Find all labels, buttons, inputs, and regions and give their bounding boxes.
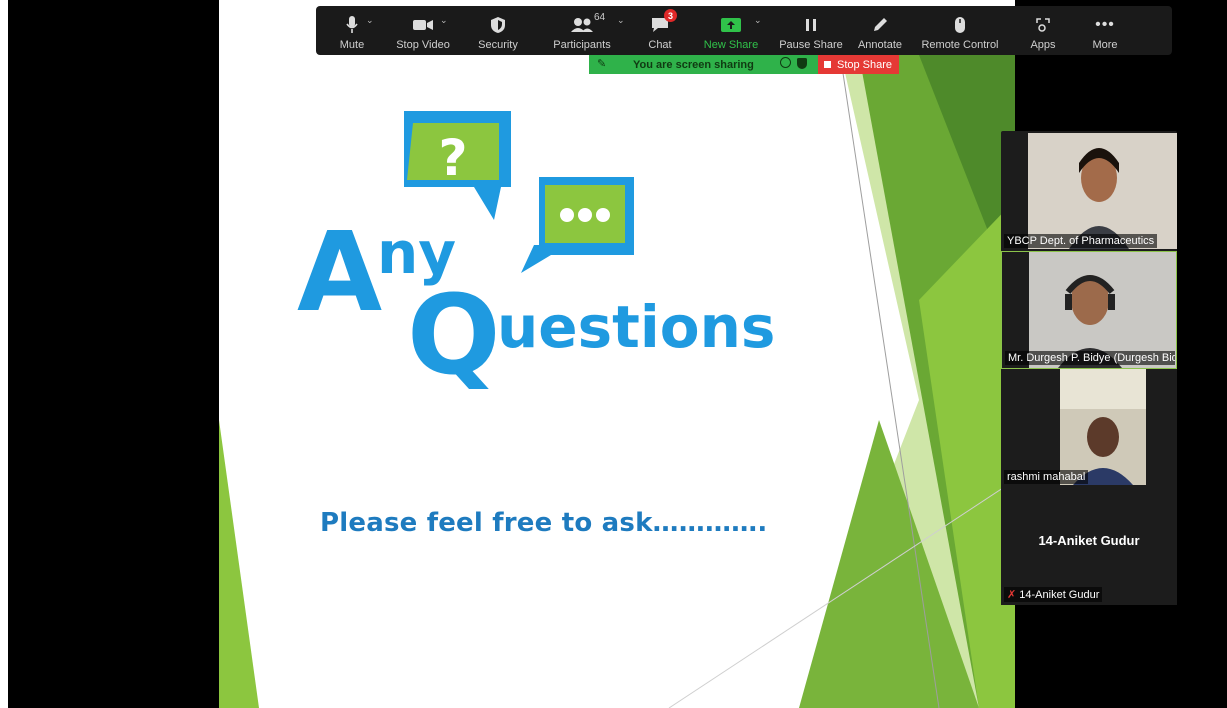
participant-name: Mr. Durgesh P. Bidye (Durgesh Bidy...	[1005, 351, 1175, 365]
logo-letter-q: Q	[407, 271, 501, 399]
participant-name-tag: ✗ 14-Aniket Gudur	[1004, 587, 1103, 602]
mute-button[interactable]: ⌄ Mute	[322, 6, 382, 55]
new-share-button[interactable]: ⌄ New Share	[688, 6, 774, 55]
shield-icon	[490, 14, 506, 36]
participant-name: rashmi mahabal	[1004, 470, 1089, 484]
logo-letter-a: A	[297, 208, 382, 336]
participant-name: YBCP Dept. of Pharmaceutics	[1004, 234, 1158, 248]
share-screen-icon	[720, 14, 742, 36]
muted-microphone-icon: ✗	[1007, 589, 1017, 601]
chat-label: Chat	[648, 39, 672, 51]
annotate-button[interactable]: Annotate	[848, 6, 912, 55]
security-label: Security	[478, 39, 518, 51]
chevron-down-icon[interactable]: ⌄	[754, 15, 762, 26]
annotate-label: Annotate	[857, 39, 903, 51]
new-share-label: New Share	[703, 39, 759, 51]
apps-label: Apps	[1030, 39, 1056, 51]
shield-icon	[797, 58, 807, 69]
question-mark-icon: ?	[438, 129, 467, 187]
stop-share-button[interactable]: Stop Share	[818, 55, 899, 74]
stop-video-button[interactable]: ⌄ Stop Video	[382, 6, 464, 55]
participant-tile[interactable]: YBCP Dept. of Pharmaceutics	[1001, 133, 1177, 251]
participant-name: 14-Aniket Gudur	[1019, 589, 1100, 601]
participants-button[interactable]: 64 ⌄ Participants	[532, 6, 632, 55]
remote-control-label: Remote Control	[921, 39, 999, 51]
pause-share-button[interactable]: Pause Share	[774, 6, 848, 55]
participants-icon	[570, 14, 594, 36]
logo-word-uestions: uestions	[497, 293, 775, 361]
chevron-down-icon[interactable]: ⌄	[440, 15, 448, 26]
screen-left-margin	[0, 0, 219, 708]
screen-sharing-text: You are screen sharing	[633, 58, 754, 71]
remote-control-button[interactable]: Remote Control	[912, 6, 1008, 55]
stop-share-label: Stop Share	[837, 58, 893, 71]
participants-count: 64	[594, 12, 606, 23]
video-camera-icon	[412, 14, 434, 36]
shared-slide: ? A ny Q uestions	[219, 0, 1015, 708]
participant-display-name: 14-Aniket Gudur	[1038, 533, 1140, 548]
slide-tagline: Please feel free to ask………….	[320, 508, 768, 538]
security-button[interactable]: Security	[464, 6, 532, 55]
microphone-icon	[345, 14, 359, 36]
chat-button[interactable]: 3 Chat	[632, 6, 688, 55]
pause-icon	[805, 14, 817, 36]
chat-notification-badge: 3	[664, 9, 677, 22]
chevron-down-icon[interactable]: ⌄	[617, 15, 625, 26]
stop-icon	[824, 61, 831, 68]
pencil-icon	[871, 14, 889, 36]
more-icon: •••	[1095, 16, 1115, 33]
participant-tile[interactable]: rashmi mahabal	[1001, 369, 1177, 487]
apps-icon	[1034, 14, 1052, 36]
chevron-down-icon[interactable]: ⌄	[366, 15, 374, 26]
participants-label: Participants	[553, 39, 611, 51]
mouse-icon	[954, 14, 966, 36]
apps-button[interactable]: Apps	[1008, 6, 1078, 55]
meeting-toolbar: ⌄ Mute ⌄ Stop Video Security 64 ⌄ Partic…	[316, 6, 1172, 55]
screen-edge	[0, 0, 8, 708]
participant-tile[interactable]: 14-Aniket Gudur ✗ 14-Aniket Gudur	[1001, 487, 1177, 605]
more-button[interactable]: ••• More	[1078, 6, 1132, 55]
pin-icon[interactable]: ✎	[597, 57, 606, 70]
pause-share-label: Pause Share	[779, 39, 843, 51]
participant-video-panel: YBCP Dept. of Pharmaceutics Mr. Durgesh …	[1001, 131, 1177, 605]
screen-sharing-banner[interactable]: ✎ You are screen sharing	[589, 55, 818, 74]
any-questions-logo: ? A ny Q uestions	[297, 111, 775, 399]
info-icon[interactable]	[780, 57, 791, 68]
participant-tile-active[interactable]: Mr. Durgesh P. Bidye (Durgesh Bidy...	[1001, 251, 1177, 369]
mute-label: Mute	[339, 39, 365, 51]
more-label: More	[1092, 39, 1118, 51]
stop-video-label: Stop Video	[396, 39, 450, 51]
